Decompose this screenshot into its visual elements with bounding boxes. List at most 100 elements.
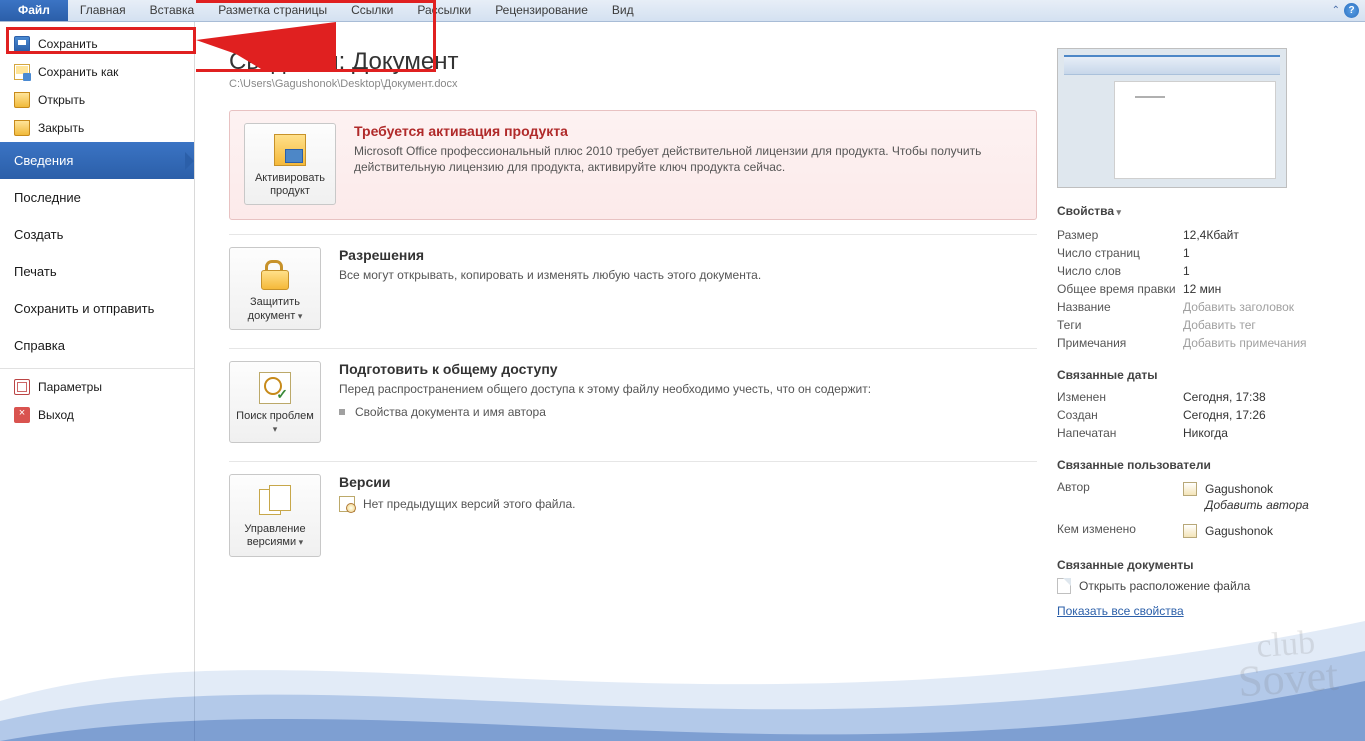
properties-header[interactable]: Свойства <box>1057 204 1337 218</box>
tab-mailings[interactable]: Рассылки <box>405 0 483 21</box>
nav-options[interactable]: Параметры <box>0 373 194 401</box>
exit-icon: × <box>14 407 30 423</box>
tab-review[interactable]: Рецензирование <box>483 0 600 21</box>
author-row[interactable]: Gagushonok <box>1183 480 1309 498</box>
nav-recent[interactable]: Последние <box>0 179 194 216</box>
nav-save[interactable]: Сохранить <box>0 30 194 58</box>
date-modified-val: Сегодня, 17:38 <box>1183 390 1266 404</box>
lastmod-row[interactable]: Gagushonok <box>1183 522 1273 540</box>
permissions-title: Разрешения <box>339 247 761 263</box>
nav-info[interactable]: Сведения <box>0 142 194 179</box>
nav-print-label: Печать <box>14 264 57 279</box>
nav-share-label: Сохранить и отправить <box>14 301 154 316</box>
properties-panel: Свойства Размер12,4Кбайт Число страниц1 … <box>1037 48 1337 741</box>
inspect-icon <box>259 372 291 404</box>
bullet-icon <box>339 409 345 415</box>
nav-save-as-label: Сохранить как <box>38 65 118 79</box>
tab-references[interactable]: Ссылки <box>339 0 405 21</box>
nav-new[interactable]: Создать <box>0 216 194 253</box>
prop-title-key: Название <box>1057 300 1183 314</box>
prop-title-placeholder[interactable]: Добавить заголовок <box>1183 300 1294 314</box>
tab-insert[interactable]: Вставка <box>138 0 207 21</box>
minimize-ribbon-icon[interactable]: ⌃ <box>1332 5 1340 16</box>
activation-title: Требуется активация продукта <box>354 123 1022 139</box>
preview-page <box>1114 81 1276 179</box>
open-icon <box>14 92 30 108</box>
lastmod-key: Кем изменено <box>1057 522 1183 540</box>
nav-separator <box>0 368 194 369</box>
section-permissions: Защитить документ Разрешения Все могут о… <box>229 234 1037 347</box>
nav-help[interactable]: Справка <box>0 327 194 364</box>
protect-document-button[interactable]: Защитить документ <box>229 247 321 329</box>
prop-words-key: Число слов <box>1057 264 1183 278</box>
nav-save-as[interactable]: Сохранить как <box>0 58 194 86</box>
prop-size-key: Размер <box>1057 228 1183 242</box>
related-people-header: Связанные пользователи <box>1057 458 1337 472</box>
protect-button-label: Защитить документ <box>248 296 303 321</box>
show-all-properties-link[interactable]: Показать все свойства <box>1057 604 1184 618</box>
prepare-title: Подготовить к общему доступу <box>339 361 871 377</box>
date-created-key: Создан <box>1057 408 1183 422</box>
nav-close[interactable]: Закрыть <box>0 114 194 142</box>
document-preview[interactable] <box>1057 48 1287 188</box>
versions-none-text: Нет предыдущих версий этого файла. <box>363 497 576 511</box>
info-pane: Сведения: Документ C:\Users\Gagushonok\D… <box>195 22 1365 741</box>
manage-versions-label: Управление версиями <box>244 523 305 548</box>
prop-edittime-val: 12 мин <box>1183 282 1221 296</box>
check-issues-label: Поиск проблем <box>236 410 314 435</box>
nav-open-label: Открыть <box>38 93 85 107</box>
section-activation: Активировать продукт Требуется активация… <box>229 110 1037 220</box>
options-icon <box>14 379 30 395</box>
file-icon <box>1057 578 1071 594</box>
manage-versions-button[interactable]: Управление версиями <box>229 474 321 556</box>
prepare-bullet-text: Свойства документа и имя автора <box>355 405 546 419</box>
nav-info-label: Сведения <box>14 153 73 168</box>
nav-exit[interactable]: × Выход <box>0 401 194 429</box>
prop-notes-key: Примечания <box>1057 336 1183 350</box>
tab-view[interactable]: Вид <box>600 0 646 21</box>
versions-icon <box>259 485 291 517</box>
prop-pages-key: Число страниц <box>1057 246 1183 260</box>
open-file-location-label: Открыть расположение файла <box>1079 579 1250 593</box>
nav-new-label: Создать <box>14 227 63 242</box>
person-icon <box>1183 482 1197 496</box>
prepare-bullet: Свойства документа и имя автора <box>339 405 871 419</box>
check-issues-button[interactable]: Поиск проблем <box>229 361 321 443</box>
ribbon: Файл Главная Вставка Разметка страницы С… <box>0 0 1365 22</box>
page-title: Сведения: Документ <box>229 48 1037 76</box>
section-prepare: Поиск проблем Подготовить к общему досту… <box>229 348 1037 461</box>
version-file-icon <box>339 496 355 512</box>
author-key: Автор <box>1057 480 1183 512</box>
prop-tags-placeholder[interactable]: Добавить тег <box>1183 318 1256 332</box>
close-icon <box>14 120 30 136</box>
save-icon <box>14 36 30 52</box>
prop-size-val: 12,4Кбайт <box>1183 228 1239 242</box>
tab-file[interactable]: Файл <box>0 0 68 21</box>
prop-pages-val: 1 <box>1183 246 1190 260</box>
prop-notes-placeholder[interactable]: Добавить примечания <box>1183 336 1307 350</box>
permissions-body: Все могут открывать, копировать и изменя… <box>339 267 761 283</box>
help-icon[interactable]: ? <box>1344 3 1359 18</box>
activate-button-label: Активировать продукт <box>255 172 325 197</box>
author-name: Gagushonok <box>1205 482 1273 496</box>
nav-exit-label: Выход <box>38 408 74 422</box>
tab-page-layout[interactable]: Разметка страницы <box>206 0 339 21</box>
nav-print[interactable]: Печать <box>0 253 194 290</box>
nav-open[interactable]: Открыть <box>0 86 194 114</box>
add-author[interactable]: Добавить автора <box>1183 498 1309 512</box>
nav-options-label: Параметры <box>38 380 102 394</box>
versions-none-row: Нет предыдущих версий этого файла. <box>339 496 576 512</box>
nav-share[interactable]: Сохранить и отправить <box>0 290 194 327</box>
backstage: Сохранить Сохранить как Открыть Закрыть … <box>0 22 1365 741</box>
nav-recent-label: Последние <box>14 190 81 205</box>
activate-icon <box>274 134 306 166</box>
open-file-location[interactable]: Открыть расположение файла <box>1057 578 1337 594</box>
backstage-nav: Сохранить Сохранить как Открыть Закрыть … <box>0 22 195 741</box>
activation-body: Microsoft Office профессиональный плюс 2… <box>354 143 1022 175</box>
tab-home[interactable]: Главная <box>68 0 138 21</box>
nav-save-label: Сохранить <box>38 37 98 51</box>
related-dates-header: Связанные даты <box>1057 368 1337 382</box>
person-icon <box>1183 524 1197 538</box>
activate-product-button[interactable]: Активировать продукт <box>244 123 336 205</box>
prop-edittime-key: Общее время правки <box>1057 282 1183 296</box>
